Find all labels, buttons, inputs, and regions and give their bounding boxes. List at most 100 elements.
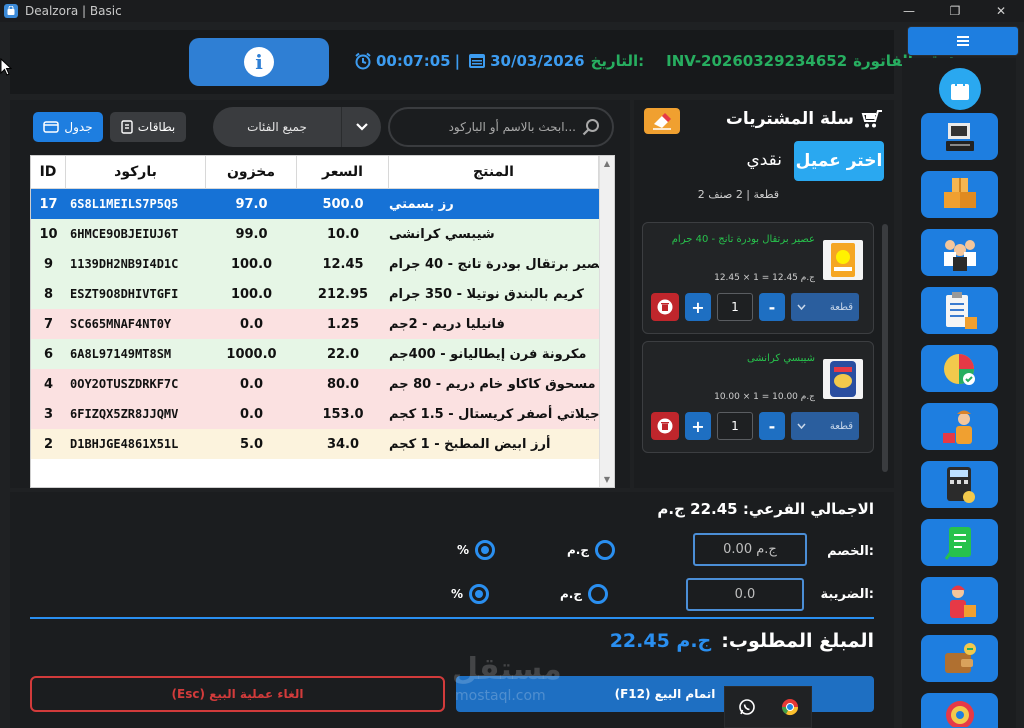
cell-name: شيبسي كرانشى [389, 226, 495, 242]
cart-scrollbar[interactable] [882, 224, 888, 472]
cell-name: رز بسمتي [389, 196, 454, 212]
col-price[interactable]: السعر [297, 156, 389, 188]
scroll-up-icon[interactable]: ▲ [600, 156, 614, 171]
cell-price: 80.0 [326, 376, 360, 392]
sidebar-item-orders[interactable] [921, 287, 998, 334]
sidebar-item-suppliers[interactable] [921, 577, 998, 624]
cashier-icon [942, 410, 972, 444]
sidebar-item-settings[interactable] [921, 693, 998, 728]
discount-percent-radio[interactable]: % [457, 540, 496, 560]
chrome-icon[interactable] [781, 698, 799, 716]
table-row[interactable]: 7 SC665MNAF4NT0Y 0.0 1.25 فانيليا دريم - 2جم [31, 309, 614, 339]
sidebar-item-finance[interactable] [921, 461, 998, 508]
tax-currency-radio[interactable]: ج.م [560, 584, 609, 604]
product-thumbnail [823, 359, 863, 399]
products-panel: جدول بطاقات جميع الفئات ابحث بالاسم أو ا… [10, 100, 630, 488]
table-row[interactable]: 6 6A8L97149MT8SM 1000.0 22.0 مكرونة فرن إيطا… [31, 339, 614, 369]
close-button[interactable]: ✕ [978, 0, 1024, 22]
menu-toggle-button[interactable] [907, 26, 1019, 56]
cart-item-controls: + 1 - قطعة [651, 293, 859, 321]
table-row[interactable]: 17 6S8L1MEILS7P5Q5 97.0 500.0 رز بسمتي [31, 189, 614, 219]
decrease-qty-button[interactable]: - [759, 293, 785, 321]
clear-cart-button[interactable] [644, 108, 680, 134]
search-input[interactable]: ابحث بالاسم أو الباركود... [388, 107, 614, 147]
search-placeholder: ابحث بالاسم أو الباركود... [448, 120, 576, 134]
table-row[interactable]: 8 ESZT9O8DHIVTGFI 100.0 212.95 كريم بالبندق … [31, 279, 614, 309]
sidebar-item-reports[interactable] [921, 345, 998, 392]
cart-item-calc: ج.م 10.00 = 1 × 10.00 [714, 392, 815, 402]
cell-price: 34.0 [326, 436, 360, 452]
info-button[interactable]: i [189, 38, 329, 86]
cards-view-label: بطاقات [137, 120, 176, 134]
cart-icon [861, 110, 882, 128]
category-dropdown[interactable]: جميع الفئات [213, 107, 381, 147]
sales-nav-button[interactable] [939, 68, 981, 110]
sidebar-item-inventory[interactable] [921, 171, 998, 218]
percent-label: % [457, 543, 470, 557]
increase-qty-button[interactable]: + [685, 293, 711, 321]
cell-barcode: 6A8L97149MT8SM [70, 347, 172, 361]
cell-id: 8 [43, 286, 54, 302]
cart-title: سلة المشتريات [726, 108, 884, 130]
invoice-number: INV-20260329234652 [666, 52, 848, 70]
col-barcode[interactable]: باركود [66, 156, 206, 188]
app-icon [4, 4, 18, 18]
table-body: 17 6S8L1MEILS7P5Q5 97.0 500.0 رز بسمتي 10 6HMC… [31, 189, 614, 459]
col-id[interactable]: ID [31, 156, 66, 188]
discount-currency-radio[interactable]: ج.م [567, 540, 616, 560]
sidebar-item-wallet[interactable] [921, 635, 998, 682]
eraser-icon [653, 113, 671, 130]
whatsapp-icon[interactable] [738, 698, 756, 716]
cancel-sale-button[interactable]: (Esc) الغاء عملية البيع [30, 676, 445, 712]
cell-price: 500.0 [322, 196, 364, 212]
cell-stock: 0.0 [239, 376, 264, 392]
radio-icon [469, 584, 490, 604]
unit-dropdown[interactable]: قطعة [791, 293, 859, 321]
pie-chart-icon [943, 353, 975, 385]
col-name[interactable]: المنتج [389, 156, 599, 188]
table-view-button[interactable]: جدول [33, 112, 103, 142]
table-row[interactable]: 4 0OY2OTUSZDRKF7C 0.0 80.0 مسحوق كاكاو خام د… [31, 369, 614, 399]
cell-stock: 0.0 [239, 406, 264, 422]
scroll-down-icon[interactable]: ▼ [600, 472, 614, 487]
cell-stock: 100.0 [230, 256, 273, 272]
col-stock[interactable]: مخزون [206, 156, 297, 188]
cell-price: 22.0 [326, 346, 360, 362]
sidebar-item-notes[interactable] [921, 519, 998, 566]
amount-due: المبلغ المطلوب: ج.م 22.45 [610, 630, 874, 652]
sidebar-item-sellers[interactable] [921, 403, 998, 450]
cards-view-button[interactable]: بطاقات [110, 112, 186, 142]
qty-input[interactable]: 1 [717, 293, 753, 321]
chevron-down-icon [797, 423, 806, 429]
invoice-header: i 00:07:05 | 30/03/2026 التاريخ: INV-202… [10, 30, 954, 94]
minimize-button[interactable]: — [886, 0, 932, 22]
sidebar-item-pos[interactable] [921, 113, 998, 160]
unit-dropdown[interactable]: قطعة [791, 412, 859, 440]
increase-qty-button[interactable]: + [685, 412, 711, 440]
cart-item: شيبسي كرانشى ج.م 10.00 = 1 × 10.00 + 1 -… [642, 341, 874, 453]
table-row[interactable]: 10 6HMCE9OBJEIUJ6T 99.0 10.0 شيبسي كرانشى [31, 219, 614, 249]
discount-input[interactable]: ج.م 0.00 [693, 533, 807, 566]
cell-stock: 99.0 [235, 226, 268, 242]
cart-count: قطعة | 2 صنف 2 [697, 188, 779, 201]
qty-input[interactable]: 1 [717, 412, 753, 440]
cell-id: 10 [39, 226, 58, 242]
tax-percent-radio[interactable]: % [451, 584, 490, 604]
decrease-qty-button[interactable]: - [759, 412, 785, 440]
window-controls: — ❐ ✕ [886, 0, 1024, 22]
table-row[interactable]: 2 D1BHJGE4861X51L 5.0 34.0 أرز ابيض المطبخ -… [31, 429, 614, 459]
currency-label: ج.م [567, 543, 590, 557]
delete-item-button[interactable] [651, 293, 679, 321]
settings-flower-icon [945, 700, 974, 727]
discount-label: الخصم: [827, 544, 874, 559]
table-row[interactable]: 3 6FIZQX5ZR8JJQMV 0.0 153.0 جيلاتي أصفر كريس… [31, 399, 614, 429]
choose-customer-button[interactable]: اختر عميل [794, 141, 884, 181]
table-row[interactable]: 9 1139DH2NB9I4D1C 100.0 12.45 عصير برتقال بو… [31, 249, 614, 279]
tax-input[interactable]: 0.0 [686, 578, 804, 611]
cell-stock: 0.0 [239, 316, 264, 332]
delete-item-button[interactable] [651, 412, 679, 440]
shopping-bag-icon [951, 77, 969, 100]
maximize-button[interactable]: ❐ [932, 0, 978, 22]
table-scrollbar[interactable]: ▲ ▼ [599, 156, 614, 487]
sidebar-item-customers[interactable] [921, 229, 998, 276]
